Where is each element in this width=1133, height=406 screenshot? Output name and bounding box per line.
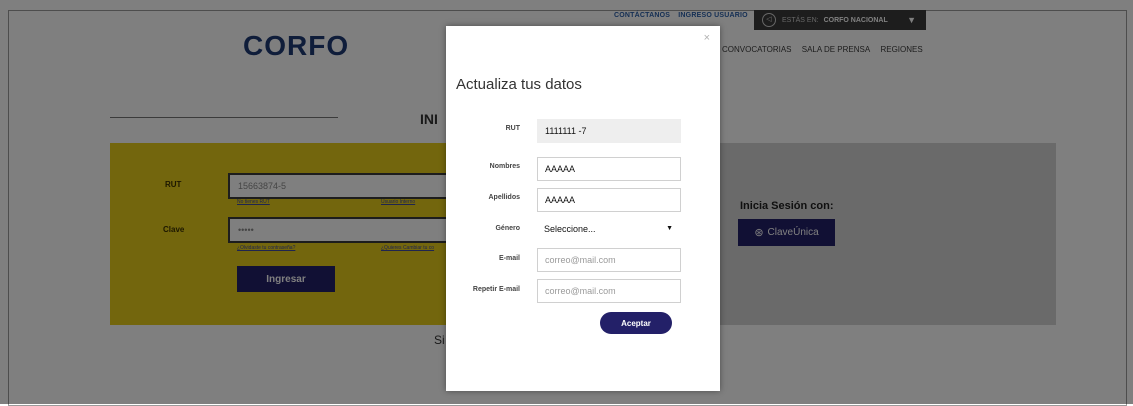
apellidos-label: Apellidos <box>488 194 520 201</box>
rut-field: 1111111 -7 <box>537 119 681 143</box>
close-icon[interactable]: × <box>704 32 710 44</box>
genero-selected-value: Seleccione... <box>544 224 596 234</box>
modal-title: Actualiza tus datos <box>456 76 582 93</box>
repeat-email-label: Repetir E-mail <box>472 286 520 293</box>
rut-field-label: RUT <box>505 125 520 132</box>
aceptar-button[interactable]: Aceptar <box>600 312 672 334</box>
nombres-label: Nombres <box>489 163 520 170</box>
genero-select[interactable]: Seleccione... ▼ <box>537 217 681 241</box>
apellidos-field[interactable]: AAAAA <box>537 188 681 212</box>
update-data-modal: × Actualiza tus datos RUT 1111111 -7 Nom… <box>446 26 720 391</box>
genero-label: Género <box>495 225 520 232</box>
nombres-field[interactable]: AAAAA <box>537 157 681 181</box>
repeat-email-field[interactable]: correo@mail.com <box>537 279 681 303</box>
select-caret-icon: ▼ <box>666 225 673 232</box>
email-label: E-mail <box>498 255 520 262</box>
email-field[interactable]: correo@mail.com <box>537 248 681 272</box>
